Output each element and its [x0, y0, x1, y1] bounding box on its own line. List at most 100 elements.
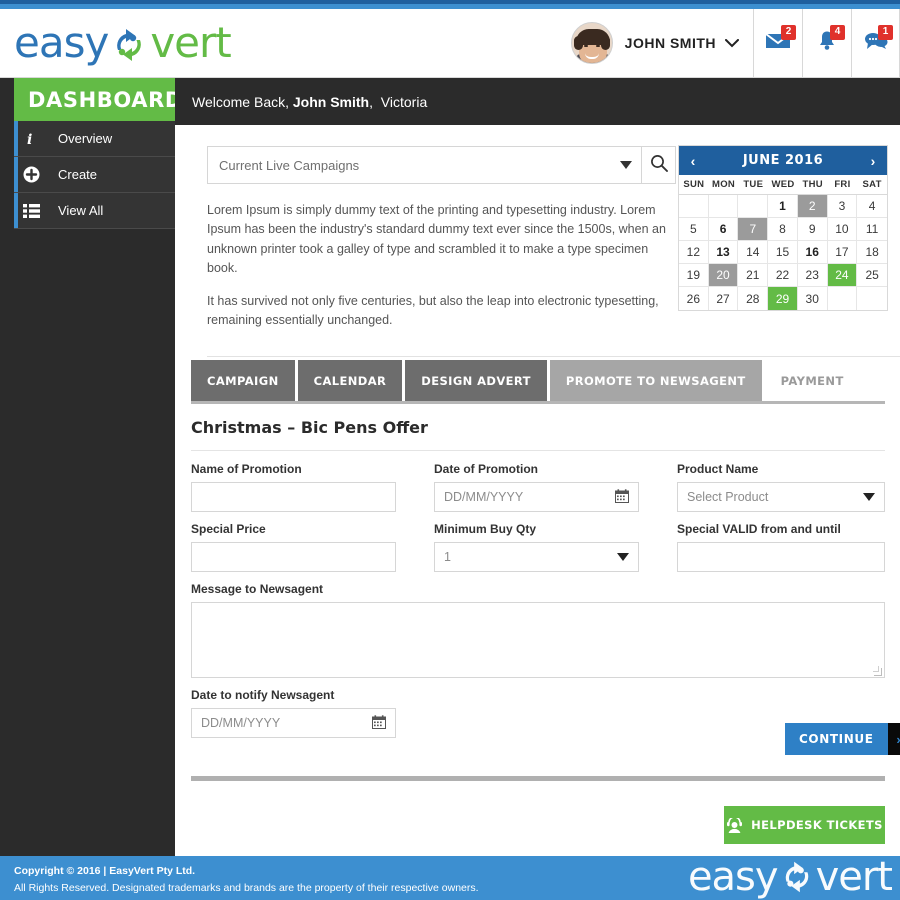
calendar-day-cell[interactable]: 12	[679, 241, 709, 264]
tab-campaign[interactable]: CAMPAIGN	[191, 360, 295, 401]
chevron-right-icon: ›	[887, 723, 900, 755]
message-to-newsagent-textarea[interactable]	[191, 602, 885, 678]
sidebar-item-overview[interactable]: i Overview	[14, 121, 175, 157]
calendar-cell-empty	[828, 287, 858, 310]
calendar-cell-empty	[738, 195, 769, 218]
user-menu[interactable]: JOHN SMITH	[570, 22, 753, 64]
notifications-badge: 4	[830, 24, 845, 40]
field-label: Minimum Buy Qty	[434, 522, 537, 536]
special-valid-input[interactable]	[677, 542, 885, 572]
calendar-prev-button[interactable]: ‹	[679, 153, 707, 169]
calendar-day-cell[interactable]: 14	[738, 241, 769, 264]
campaign-select[interactable]: Current Live Campaigns	[207, 146, 642, 184]
input-placeholder: DD/MM/YYYY	[444, 490, 524, 504]
date-of-promotion-input[interactable]: DD/MM/YYYY	[434, 482, 639, 512]
calendar-day-cell[interactable]: 21	[738, 264, 769, 287]
footer-brand-logo: easy vert	[687, 856, 893, 900]
minimum-buy-qty-select[interactable]: 1	[434, 542, 639, 572]
calendar-day-cell[interactable]: 4	[857, 195, 887, 218]
weekday-label: WED	[771, 179, 795, 190]
field-label: Special Price	[191, 522, 266, 536]
app-window: easy vert JOHN SMITH 2 4 1 DASHBOARD i O…	[0, 0, 900, 900]
calendar-day-cell[interactable]: 24	[827, 264, 858, 287]
continue-button[interactable]: CONTINUE ›	[785, 723, 900, 755]
search-button[interactable]	[642, 146, 676, 184]
calendar-day-cell[interactable]: 29	[768, 287, 798, 310]
welcome-prefix: Welcome Back,	[192, 93, 289, 110]
page-title: Christmas – Bic Pens Offer	[191, 418, 428, 437]
list-icon	[14, 203, 48, 218]
notifications-button[interactable]: 4	[802, 8, 851, 78]
calendar-widget: ‹ JUNE 2016 › SUN MON TUE WED THU FRI SA…	[678, 145, 888, 311]
calendar-day-cell[interactable]: 11	[857, 218, 887, 241]
calendar-day-cell[interactable]: 20	[708, 264, 739, 287]
field-special-valid: Special VALID from and until	[677, 522, 885, 572]
logo-text-easy: easy	[14, 18, 109, 67]
calendar-day-cell[interactable]: 30	[798, 287, 828, 310]
footer-logo-text-easy: easy	[687, 856, 779, 900]
footer-logo-recycle-icon	[778, 858, 816, 896]
calendar-day-cell[interactable]: 18	[857, 241, 887, 264]
calendar-day-cell[interactable]: 10	[827, 218, 858, 241]
name-of-promotion-input[interactable]	[191, 482, 396, 512]
helpdesk-tickets-button[interactable]: HELPDESK TICKETS	[724, 806, 885, 844]
calendar-day-cell[interactable]: 26	[679, 287, 709, 310]
support-agent-icon	[726, 817, 743, 833]
chevron-down-icon[interactable]	[725, 36, 739, 51]
calendar-cell-empty	[708, 195, 739, 218]
calendar-day-cell[interactable]: 3	[827, 195, 858, 218]
calendar-next-button[interactable]: ›	[859, 153, 887, 169]
textarea-resize-handle[interactable]	[873, 666, 882, 676]
date-to-notify-input[interactable]: DD/MM/YYYY	[191, 708, 396, 738]
field-message-to-newsagent: Message to Newsagent	[191, 582, 885, 678]
calendar-icon[interactable]	[615, 488, 629, 506]
calendar-month-label: JUNE 2016	[742, 153, 824, 168]
calendar-day-cell[interactable]: 8	[768, 218, 798, 241]
tab-calendar[interactable]: CALENDAR	[297, 360, 403, 401]
tab-design-advert[interactable]: DESIGN ADVERT	[405, 360, 547, 401]
calendar-day-cell[interactable]: 1	[768, 195, 798, 218]
calendar-day-cell[interactable]: 23	[797, 264, 828, 287]
welcome-suffix: , Victoria	[369, 93, 428, 110]
calendar-day-cell[interactable]: 2	[797, 195, 828, 218]
campaign-search-row: Current Live Campaigns	[207, 146, 676, 184]
sidebar-item-label: Overview	[58, 131, 113, 146]
calendar-day-cell[interactable]: 25	[857, 264, 887, 287]
sidebar-item-view-all[interactable]: View All	[14, 193, 175, 229]
weekday-label: THU	[802, 179, 823, 190]
sidebar-item-create[interactable]: Create	[14, 157, 175, 193]
calendar-day-cell[interactable]: 16	[797, 241, 828, 264]
search-icon	[650, 154, 668, 177]
form-row-1: Name of Promotion Date of Promotion DD/M…	[191, 462, 885, 512]
footer: Copyright © 2016 | EasyVert Pty Ltd. All…	[0, 856, 900, 900]
footer-logo-text-vert: vert	[815, 856, 893, 900]
helpdesk-label: HELPDESK TICKETS	[751, 818, 883, 832]
messages-button[interactable]: 2	[753, 8, 802, 78]
logo-text-vert: vert	[150, 18, 231, 67]
calendar-day-cell[interactable]: 6	[708, 218, 739, 241]
calendar-day-cell[interactable]: 28	[738, 287, 769, 310]
field-label: Date to notify Newsagent	[191, 688, 335, 702]
calendar-day-cell[interactable]: 22	[768, 264, 798, 287]
calendar-day-cell[interactable]: 9	[797, 218, 828, 241]
brand-logo[interactable]: easy vert	[14, 18, 232, 67]
calendar-icon[interactable]	[372, 714, 386, 732]
chat-button[interactable]: 1	[851, 8, 900, 78]
calendar-day-cell[interactable]: 19	[679, 264, 709, 287]
calendar-day-cell[interactable]: 27	[709, 287, 739, 310]
calendar-day-cell[interactable]: 15	[768, 241, 798, 264]
avatar[interactable]	[570, 22, 613, 64]
weekday-label: FRI	[834, 179, 851, 190]
calendar-day-cell[interactable]: 13	[708, 241, 739, 264]
field-label: Name of Promotion	[191, 462, 302, 476]
special-price-input[interactable]	[191, 542, 396, 572]
svg-text:i: i	[27, 132, 32, 147]
calendar-day-cell[interactable]: 7	[738, 218, 769, 241]
select-value: 1	[444, 550, 451, 564]
product-name-select[interactable]: Select Product	[677, 482, 885, 512]
calendar-day-cell[interactable]: 17	[827, 241, 858, 264]
messages-badge: 2	[781, 24, 796, 40]
tab-payment[interactable]: PAYMENT	[764, 360, 860, 401]
tab-promote-to-newsagent[interactable]: PROMOTE TO NEWSAGENT	[549, 360, 762, 401]
calendar-day-cell[interactable]: 5	[679, 218, 709, 241]
